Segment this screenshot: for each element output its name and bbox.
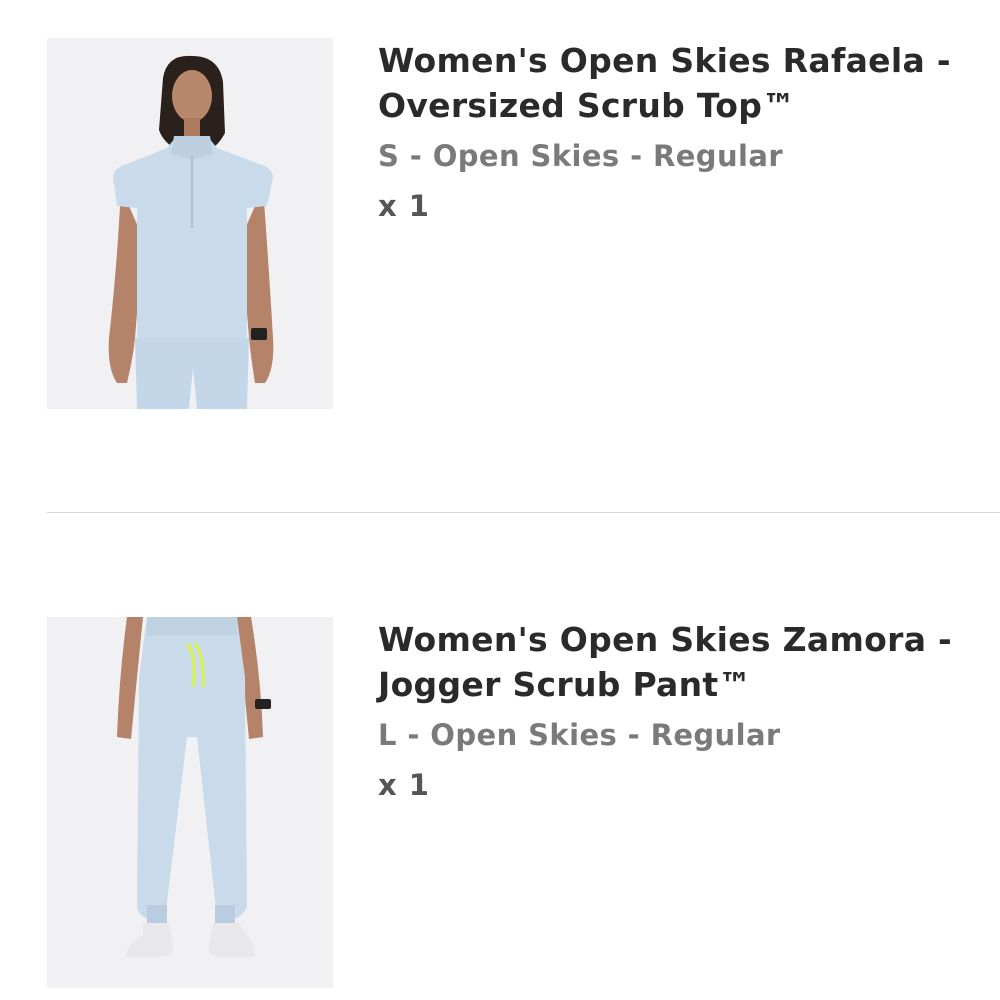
product-quantity: x 1 bbox=[378, 768, 430, 802]
scrub-top-photo bbox=[47, 38, 333, 409]
product-variant: S - Open Skies - Regular bbox=[378, 139, 784, 173]
product-title[interactable]: Women's Open Skies Zamora - Jogger Scrub… bbox=[378, 617, 988, 707]
jogger-pant-photo bbox=[47, 617, 333, 988]
product-variant: L - Open Skies - Regular bbox=[378, 718, 781, 752]
product-quantity: x 1 bbox=[378, 189, 430, 223]
product-title[interactable]: Women's Open Skies Rafaela - Oversized S… bbox=[378, 38, 988, 128]
item-details: Women's Open Skies Rafaela - Oversized S… bbox=[378, 38, 988, 226]
item-divider bbox=[47, 512, 1000, 513]
product-image-scrub-top[interactable] bbox=[47, 38, 333, 409]
item-details: Women's Open Skies Zamora - Jogger Scrub… bbox=[378, 617, 988, 805]
cart-item: Women's Open Skies Zamora - Jogger Scrub… bbox=[0, 515, 1000, 1000]
product-image-jogger-pant[interactable] bbox=[47, 617, 333, 988]
cart-item: Women's Open Skies Rafaela - Oversized S… bbox=[0, 0, 1000, 510]
